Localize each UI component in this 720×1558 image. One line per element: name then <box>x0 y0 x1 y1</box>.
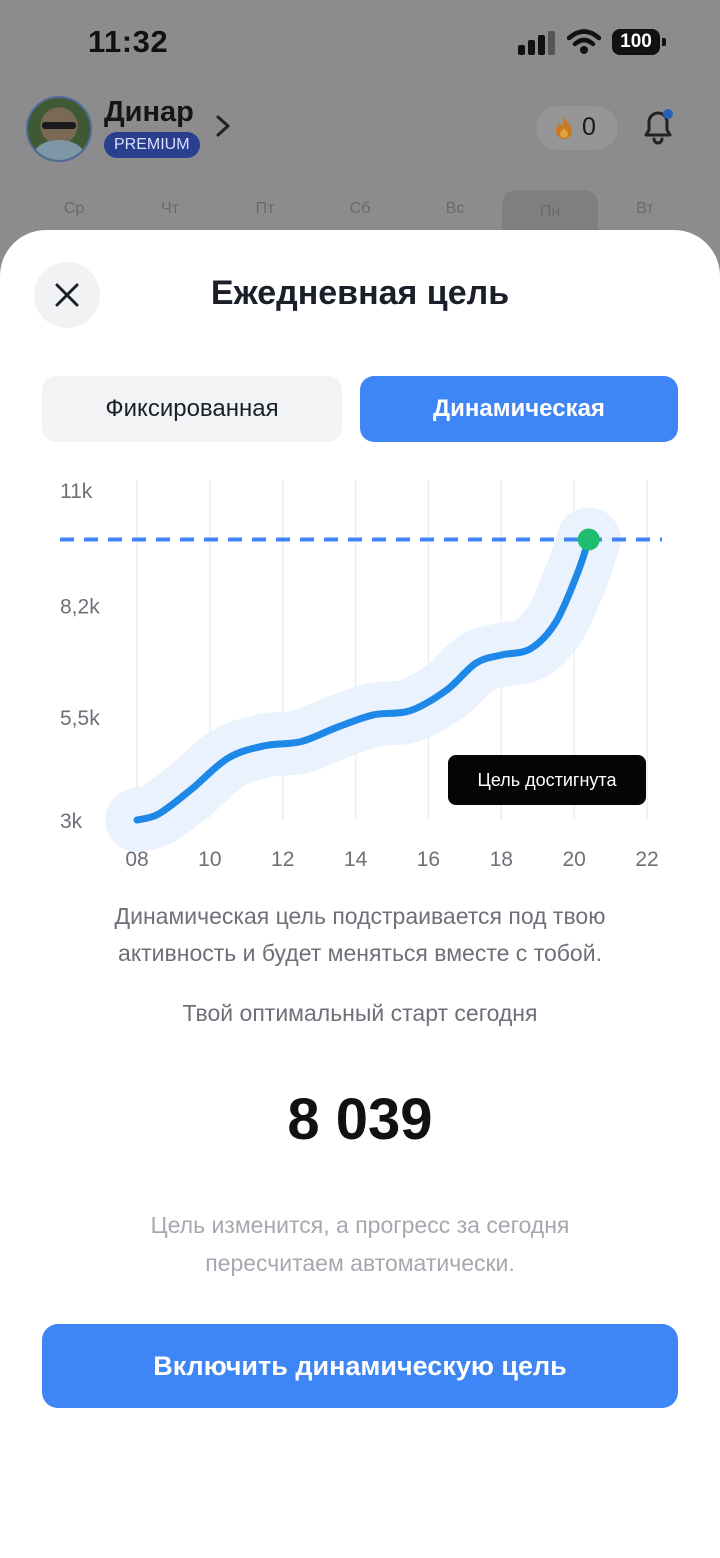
user-name[interactable]: Динар <box>104 96 194 129</box>
sheet-title: Ежедневная цель <box>210 274 510 312</box>
daily-goal-sheet: Ежедневная цель Фиксированная Динамическ… <box>0 230 720 1558</box>
fire-icon <box>556 117 572 139</box>
status-time: 11:32 <box>88 24 169 59</box>
x-tick-label: 10 <box>198 848 221 871</box>
optimal-start-label: Твой оптимальный старт сегодня <box>182 1000 538 1026</box>
signal-icon <box>518 31 555 55</box>
premium-badge: PREMIUM <box>104 132 200 158</box>
tab-dynamic[interactable]: Динамическая <box>360 376 678 442</box>
x-tick-label: 20 <box>562 848 585 871</box>
chevron-right-icon[interactable] <box>214 114 232 138</box>
week-day[interactable]: Ср <box>44 200 104 218</box>
streak-count: 0 <box>582 113 596 141</box>
week-strip: Ср Чт Пт Сб Вс Пн Вт <box>0 190 720 234</box>
battery-level: 100 <box>612 29 660 55</box>
week-day[interactable]: Пт <box>235 200 295 218</box>
chart-svg: 11k8,2k5,5k3k08 10 12 14 16 18 20 22 <box>60 480 662 871</box>
week-day[interactable]: Вс <box>425 200 485 218</box>
y-tick-label: 8,2k <box>60 596 100 619</box>
week-day[interactable]: Вт <box>615 200 675 218</box>
week-day[interactable]: Сб <box>330 200 390 218</box>
goal-type-selector: Фиксированная Динамическая <box>42 376 678 442</box>
tab-fixed[interactable]: Фиксированная <box>42 376 342 442</box>
bell-icon[interactable] <box>638 106 678 146</box>
optimal-start-value: 8 039 <box>287 1087 433 1152</box>
battery-icon: 100 <box>612 29 666 55</box>
goal-chart: 11k 8,2k 5,5k 3k 08 10 12 14 16 18 20 22 <box>0 468 720 888</box>
goal-point <box>577 528 600 551</box>
profile-header: Динар PREMIUM 0 <box>0 92 720 164</box>
x-tick-label: 22 <box>635 848 658 871</box>
status-bar: 11:32 100 <box>0 0 720 88</box>
week-day[interactable]: Чт <box>140 200 200 218</box>
enable-dynamic-goal-button[interactable]: Включить динамическую цель <box>42 1324 678 1408</box>
x-tick-label: 18 <box>490 848 513 871</box>
y-tick-label: 3k <box>60 810 83 833</box>
week-day-current[interactable]: Пн <box>502 190 598 234</box>
wifi-icon <box>567 29 601 54</box>
avatar[interactable] <box>26 96 92 162</box>
dynamic-goal-description: Динамическая цель подстраивается под тво… <box>114 903 606 966</box>
recalculation-note: Цель изменится, а прогресс за сегодня пе… <box>150 1212 570 1276</box>
streak-counter[interactable]: 0 <box>536 106 618 150</box>
x-tick-label: 16 <box>417 848 440 871</box>
x-tick-label: 12 <box>271 848 294 871</box>
y-tick-label: 11k <box>60 480 93 503</box>
y-tick-label: 5,5k <box>60 707 100 730</box>
x-tick-label: 14 <box>344 848 368 871</box>
goal-reached-tooltip: Цель достигнута <box>448 755 646 805</box>
